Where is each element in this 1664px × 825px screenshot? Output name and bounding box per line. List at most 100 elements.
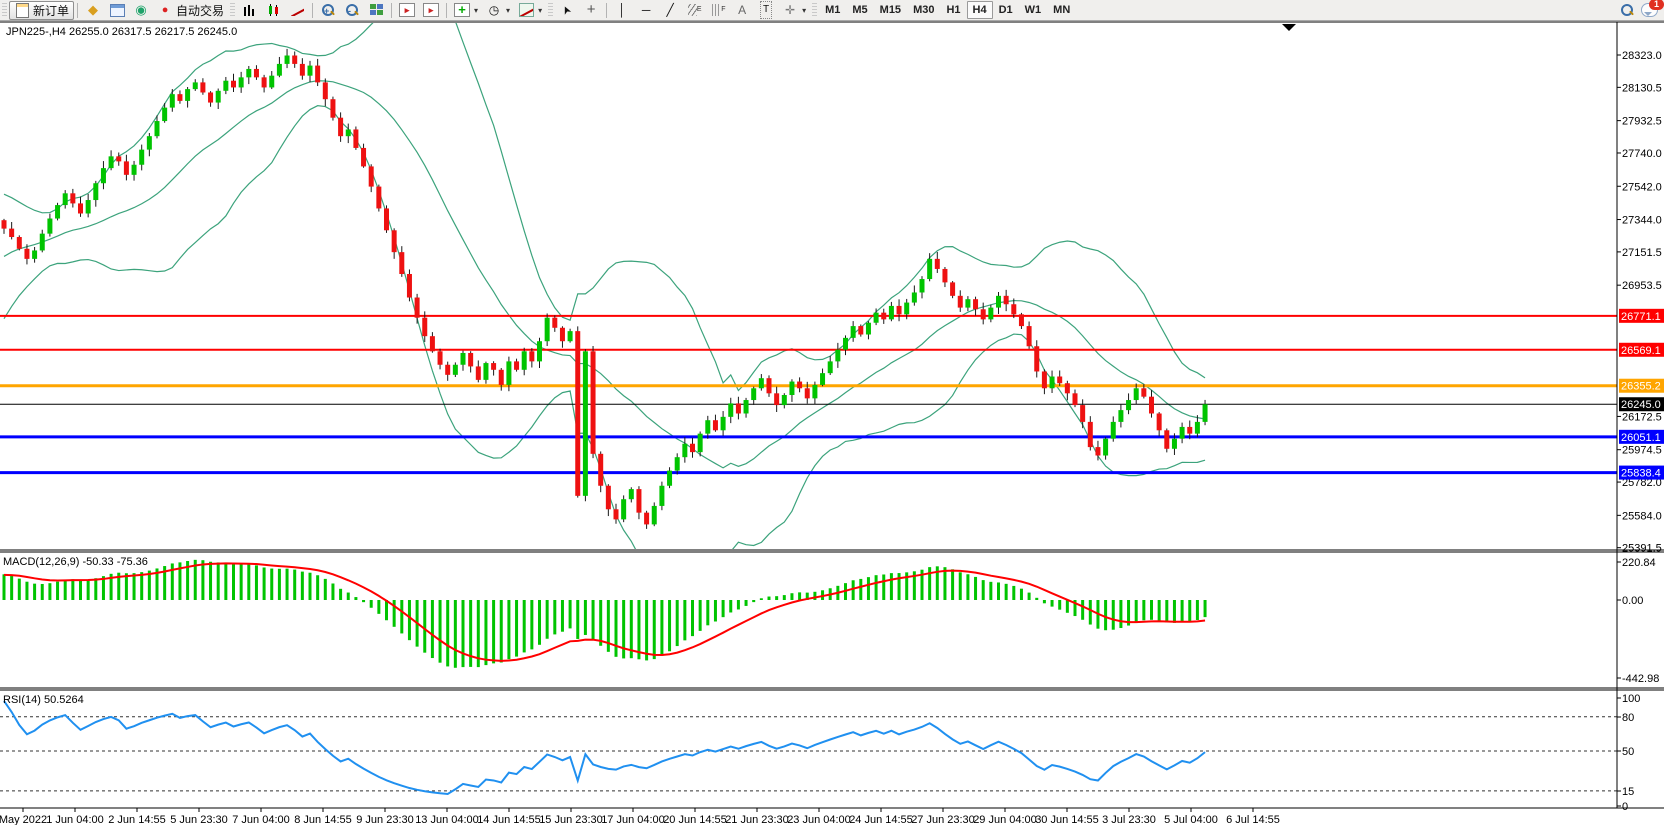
timeframe-m15[interactable]: M15 <box>874 1 907 19</box>
date-label: May 2022 <box>0 814 47 825</box>
date-label: 27 Jun 23:30 <box>911 814 975 825</box>
rsi-panel <box>0 701 1617 794</box>
timeframe-m30[interactable]: M30 <box>907 1 940 19</box>
date-label: 8 Jun 14:55 <box>294 814 352 825</box>
terminal-window-icon <box>109 2 125 18</box>
signals-button[interactable]: ◉ <box>129 2 153 19</box>
candlestick-icon <box>265 2 281 18</box>
rsi-tick: 100 <box>1622 693 1640 705</box>
timeframe-m1[interactable]: M1 <box>819 1 846 19</box>
tile-windows-button[interactable] <box>364 2 388 19</box>
market-watch-button[interactable]: ◆ <box>81 2 105 19</box>
indicators-dropdown-icon[interactable]: ▾ <box>474 6 478 15</box>
new-order-icon <box>14 2 30 18</box>
zoom-out-icon: - <box>344 2 360 18</box>
arrows-icon: ✛ <box>782 2 798 18</box>
templates-button[interactable]: ▾ <box>514 2 546 19</box>
trendline-icon: ╱ <box>662 2 678 18</box>
horizontal-line-button[interactable]: ─ <box>634 2 658 19</box>
date-label: 21 Jun 23:30 <box>725 814 789 825</box>
timeframe-h4[interactable]: H4 <box>967 1 993 19</box>
date-axis: May 20221 Jun 04:002 Jun 14:555 Jun 23:3… <box>0 808 1280 825</box>
new-order-label: 新订单 <box>33 2 69 19</box>
new-order-button[interactable]: 新订单 <box>9 1 74 20</box>
auto-trading-status-icon: ● <box>157 2 173 18</box>
chart-window[interactable]: 28323.028130.527932.527740.027542.027344… <box>0 21 1664 825</box>
templates-dropdown-icon[interactable]: ▾ <box>538 6 542 15</box>
crosshair-icon: + <box>583 2 599 18</box>
cursor-icon: ➤ <box>556 0 577 21</box>
timeframe-bar: M1M5M15M30H1H4D1W1MN <box>819 1 1076 19</box>
search-icon[interactable] <box>1619 2 1635 18</box>
price-tick: 25584.0 <box>1622 510 1662 522</box>
date-label: 2 Jun 14:55 <box>108 814 166 825</box>
sonar-icon: ◉ <box>133 2 149 18</box>
cursor-button[interactable]: ➤ <box>555 2 579 19</box>
panel-borders <box>0 22 1664 808</box>
candles <box>2 49 1208 529</box>
gold-icon: ◆ <box>85 2 101 18</box>
price-tick: 26172.5 <box>1622 411 1662 423</box>
price-axis: 28323.028130.527932.527740.027542.027344… <box>1617 50 1664 813</box>
zoom-in-icon: + <box>320 2 336 18</box>
bar-chart-icon <box>241 2 257 18</box>
fibo-grid-icon: F <box>710 2 726 18</box>
date-label: 9 Jun 23:30 <box>356 814 414 825</box>
auto-scroll-button[interactable]: ▸ <box>395 2 419 19</box>
chart-shift-marker <box>1282 24 1296 31</box>
periods-button[interactable]: ◷ ▾ <box>482 2 514 19</box>
arrows-button[interactable]: ✛ ▾ <box>778 2 810 19</box>
timeframe-mn[interactable]: MN <box>1047 1 1076 19</box>
macd-tick: 220.84 <box>1622 557 1656 569</box>
price-tick: 26953.5 <box>1622 280 1662 292</box>
candlestick-chart-button[interactable] <box>261 2 285 19</box>
zoom-in-button[interactable]: + <box>316 2 340 19</box>
price-tick: 27542.0 <box>1622 181 1662 193</box>
arrows-dropdown-icon[interactable]: ▾ <box>802 6 806 15</box>
line-chart-button[interactable] <box>285 2 309 19</box>
vertical-line-icon: │ <box>614 2 630 18</box>
auto-trading-button[interactable]: ● 自动交易 <box>153 2 228 19</box>
timeframe-m5[interactable]: M5 <box>846 1 873 19</box>
chart-shift-icon: ▸ <box>423 2 439 18</box>
date-label: 20 Jun 14:55 <box>663 814 727 825</box>
trendline-button[interactable]: ╱ <box>658 2 682 19</box>
date-label: 1 Jun 04:00 <box>46 814 104 825</box>
crosshair-button[interactable]: + <box>579 2 603 19</box>
macd-signal-line <box>4 563 1205 660</box>
indicators-button[interactable]: + ▾ <box>450 2 482 19</box>
bar-chart-button[interactable] <box>237 2 261 19</box>
price-badge-value: 26051.1 <box>1621 432 1661 444</box>
timeframe-h1[interactable]: H1 <box>940 1 966 19</box>
terminal-button[interactable] <box>105 2 129 19</box>
price-tick: 27740.0 <box>1622 148 1662 160</box>
add-indicator-icon: + <box>454 2 470 18</box>
chart-canvas[interactable]: 28323.028130.527932.527740.027542.027344… <box>0 21 1664 825</box>
date-label: 24 Jun 14:55 <box>849 814 913 825</box>
price-tick: 27344.0 <box>1622 215 1662 227</box>
text-tool-button[interactable]: A <box>730 2 754 19</box>
template-icon <box>518 2 534 18</box>
periods-dropdown-icon[interactable]: ▾ <box>506 6 510 15</box>
date-label: 7 Jun 04:00 <box>232 814 290 825</box>
fibonacci-button[interactable]: E <box>682 2 706 19</box>
timeframe-w1[interactable]: W1 <box>1019 1 1048 19</box>
price-badge-value: 26245.0 <box>1621 399 1661 411</box>
clock-icon: ◷ <box>486 2 502 18</box>
rsi-tick: 0 <box>1622 801 1628 813</box>
rsi-tick: 50 <box>1622 746 1634 758</box>
auto-trading-label: 自动交易 <box>176 2 224 19</box>
zoom-out-button[interactable]: - <box>340 2 364 19</box>
vertical-line-button[interactable]: │ <box>610 2 634 19</box>
timeframe-d1[interactable]: D1 <box>993 1 1019 19</box>
chat-icon[interactable]: 1 <box>1641 3 1658 17</box>
price-badge-value: 26355.2 <box>1621 381 1661 393</box>
text-label-button[interactable]: T <box>754 2 778 19</box>
price-tick: 25974.5 <box>1622 445 1662 457</box>
chart-shift-button[interactable]: ▸ <box>419 2 443 19</box>
bollinger-bands <box>4 21 1205 591</box>
fibo-grid-button[interactable]: F <box>706 2 730 19</box>
toolbar-grip <box>2 3 7 17</box>
lower-band <box>4 106 1205 591</box>
date-label: 5 Jul 04:00 <box>1164 814 1218 825</box>
